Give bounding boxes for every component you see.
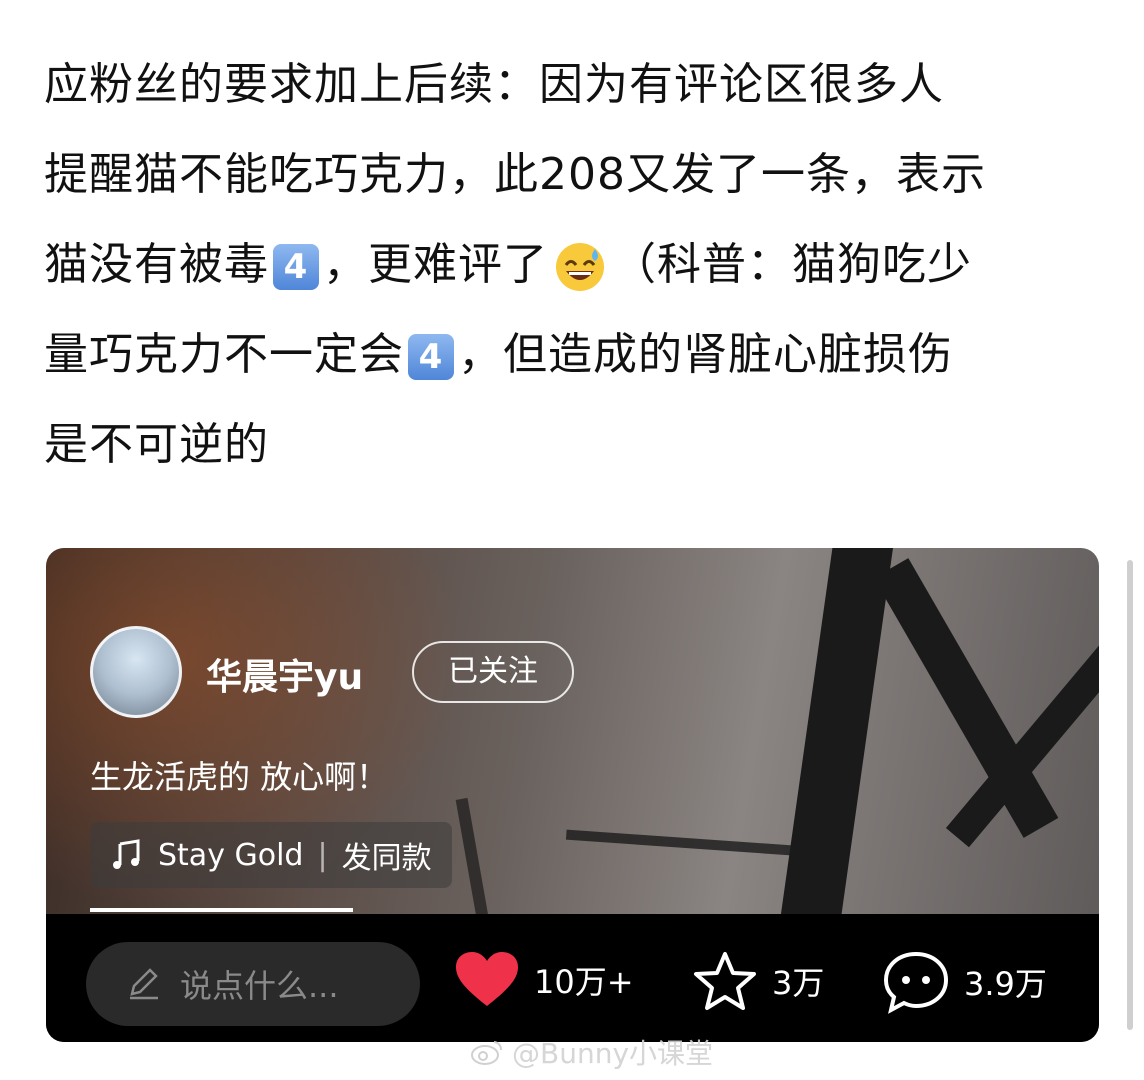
keycap-four-emoji: 4 (408, 334, 454, 380)
comment-input[interactable]: 说点什么... (86, 942, 420, 1026)
pencil-icon (130, 968, 158, 1000)
heart-icon (456, 952, 518, 1006)
follow-button[interactable]: 已关注 (412, 641, 574, 703)
video-card[interactable]: 华晨宇yu 已关注 生龙活虎的 放心啊！ Stay Gold | 发同款 说点什… (46, 548, 1099, 1042)
avatar[interactable] (90, 626, 182, 718)
post-line: 猫没有被毒 4 ，更难评了 （科普：猫狗吃少 (44, 220, 1104, 310)
weibo-logo-icon (471, 1041, 502, 1065)
grinning-sweat-emoji (556, 243, 604, 291)
post-line: 是不可逆的 (44, 419, 269, 470)
post-text: 应粉丝的要求加上后续：因为有评论区很多人 提醒猫不能吃巧克力，此208又发了一条… (44, 40, 1104, 490)
bottom-bar: 说点什么... 10万+ 3万 3.9万 (46, 914, 1099, 1042)
like-count: 10万+ (534, 963, 634, 1001)
watermark: @Bunny小课堂 (470, 1032, 713, 1072)
video-caption: 生龙活虎的 放心啊！ (90, 758, 389, 796)
progress-bar[interactable] (90, 908, 354, 912)
speech-bubble-icon (883, 951, 949, 1014)
music-chip[interactable]: Stay Gold | 发同款 (90, 822, 452, 888)
username[interactable]: 华晨宇yu (206, 648, 363, 700)
watermark-text: @Bunny小课堂 (512, 1037, 714, 1070)
favorite-button[interactable]: 3万 (692, 950, 824, 1012)
favorite-count: 3万 (772, 964, 825, 1002)
like-button[interactable]: 10万+ (454, 950, 634, 1010)
post-line: 应粉丝的要求加上后续：因为有评论区很多人 (44, 59, 944, 110)
music-note-icon (113, 839, 140, 869)
scrollbar[interactable] (1127, 560, 1133, 1030)
music-action[interactable]: 发同款 (342, 833, 432, 877)
comment-button[interactable]: 3.9万 (882, 950, 1047, 1014)
music-separator: | (317, 837, 328, 873)
star-icon (694, 952, 756, 1010)
post-line: 量巧克力不一定会 4 ，但造成的肾脏心脏损伤 (44, 329, 953, 380)
keycap-four-emoji: 4 (273, 244, 319, 290)
post-line: 提醒猫不能吃巧克力，此208又发了一条，表示 (44, 149, 986, 200)
comment-count: 3.9万 (964, 965, 1047, 1003)
comment-placeholder: 说点什么... (180, 967, 339, 1005)
music-title: Stay Gold (158, 837, 304, 873)
